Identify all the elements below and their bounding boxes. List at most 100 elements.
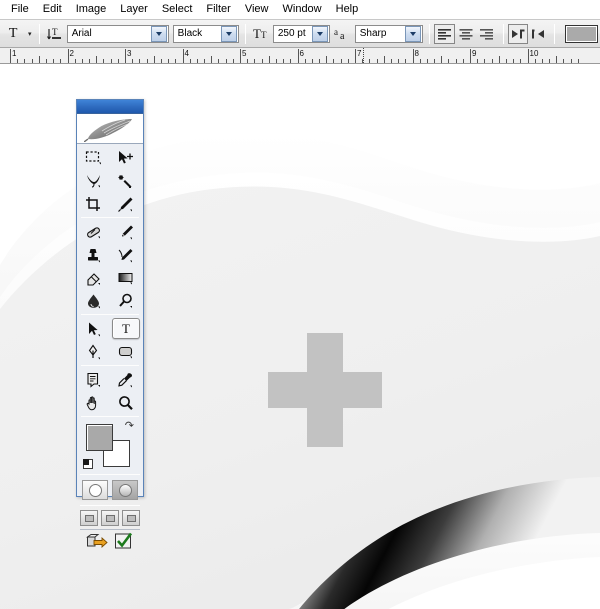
zoom-tool[interactable]: [110, 391, 142, 414]
ruler-minor-tick: [290, 59, 292, 63]
tool-row: [78, 391, 142, 414]
ruler-label: 3: [127, 49, 132, 58]
text-color-swatch[interactable]: [564, 24, 598, 43]
eraser-tool[interactable]: [78, 266, 110, 289]
ruler-minor-tick: [455, 59, 457, 63]
toggle-text-orientation-button[interactable]: T: [44, 23, 64, 45]
ruler-label: 9: [472, 49, 477, 58]
ruler-label: 4: [184, 49, 189, 58]
tool-preset-picker-caret[interactable]: ▾: [24, 23, 35, 45]
font-family-value: Arial: [71, 27, 92, 39]
tools-palette-titlebar[interactable]: [77, 100, 143, 114]
ruler-label: 6: [299, 49, 304, 58]
ruler-guide-marker[interactable]: [363, 48, 364, 63]
standard-mask-mode-button[interactable]: [82, 480, 108, 500]
path-selection-tool[interactable]: [78, 317, 110, 340]
pen-tool[interactable]: [78, 340, 110, 363]
palette-divider: [80, 505, 140, 506]
quick-mask-mode-button[interactable]: [112, 480, 138, 500]
ruler-minor-tick: [462, 59, 464, 63]
notes-tool[interactable]: [78, 368, 110, 391]
align-left-button[interactable]: [434, 23, 455, 44]
full-screen-mode-button[interactable]: [122, 510, 140, 526]
move-tool[interactable]: [110, 146, 142, 169]
menu-window[interactable]: Window: [276, 1, 329, 18]
lasso-tool[interactable]: [78, 169, 110, 192]
brush-tool[interactable]: [110, 220, 142, 243]
horizontal-type-tool[interactable]: T: [110, 317, 142, 340]
crop-tool[interactable]: [78, 192, 110, 215]
ruler-label: 7: [357, 49, 362, 58]
default-colors-icon[interactable]: [83, 459, 93, 469]
menu-select[interactable]: Select: [155, 1, 200, 18]
full-screen-with-menubar-button[interactable]: [101, 510, 119, 526]
rectangular-marquee-tool[interactable]: [78, 146, 110, 169]
plus-shape: [268, 333, 382, 447]
font-family-select[interactable]: Arial: [66, 24, 169, 43]
clone-stamp-tool[interactable]: [78, 243, 110, 266]
chevron-down-icon[interactable]: [221, 25, 238, 42]
ruler-minor-tick: [441, 56, 443, 63]
align-center-button[interactable]: [456, 24, 476, 44]
ruler-minor-tick: [563, 59, 565, 63]
check-mark-button[interactable]: [114, 532, 134, 555]
blur-tool[interactable]: [78, 289, 110, 312]
menu-bar: File Edit Image Layer Select Filter View…: [0, 0, 600, 20]
history-brush-tool[interactable]: [110, 243, 142, 266]
font-style-select[interactable]: Black: [172, 24, 240, 43]
ruler-minor-tick: [556, 56, 558, 63]
horizontal-ruler[interactable]: 1 2 3 4 5 6 7 8 9 10: [0, 48, 600, 64]
photoshop-window: File Edit Image Layer Select Filter View…: [0, 0, 600, 609]
chevron-down-icon[interactable]: [312, 25, 329, 42]
tool-row: T: [78, 317, 142, 340]
ruler-minor-tick: [146, 59, 148, 63]
jump-to-imageready-button[interactable]: [85, 532, 108, 555]
magic-wand-tool[interactable]: [110, 169, 142, 192]
menu-image[interactable]: Image: [69, 1, 114, 18]
standard-screen-mode-button[interactable]: [80, 510, 98, 526]
ruler-minor-tick: [89, 59, 91, 63]
create-warped-text-button[interactable]: [507, 23, 529, 44]
ruler-minor-tick: [319, 59, 321, 63]
ruler-label: 5: [242, 49, 247, 58]
ruler-minor-tick: [45, 59, 47, 63]
tools-divider: [81, 365, 139, 366]
ruler-minor-tick: [491, 59, 493, 63]
ruler-minor-tick: [448, 59, 450, 63]
svg-text:T: T: [253, 26, 261, 41]
rectangle-shape-tool[interactable]: [110, 340, 142, 363]
ruler-minor-tick: [513, 59, 515, 63]
menu-view[interactable]: View: [238, 1, 276, 18]
dodge-tool[interactable]: [110, 289, 142, 312]
active-tool-icon[interactable]: T: [2, 23, 24, 45]
ruler-minor-tick: [333, 59, 335, 63]
menu-edit[interactable]: Edit: [36, 1, 69, 18]
swap-arrow-icon[interactable]: ↷: [125, 421, 134, 432]
ruler-minor-tick: [60, 59, 62, 63]
svg-text:T: T: [261, 30, 267, 40]
align-right-button[interactable]: [477, 24, 497, 44]
ruler-minor-tick: [117, 59, 119, 63]
foreground-color-swatch[interactable]: [86, 424, 113, 451]
ruler-minor-tick: [132, 59, 134, 63]
gradient-tool[interactable]: [110, 266, 142, 289]
hand-tool[interactable]: [78, 391, 110, 414]
ruler-minor-tick: [168, 59, 170, 63]
menu-layer[interactable]: Layer: [113, 1, 155, 18]
ruler-minor-tick: [390, 59, 392, 63]
feather-icon: [77, 114, 143, 144]
menu-help[interactable]: Help: [329, 1, 366, 18]
eyedropper-tool[interactable]: [110, 368, 142, 391]
menu-filter[interactable]: Filter: [199, 1, 237, 18]
chevron-down-icon[interactable]: [405, 25, 422, 42]
chevron-down-icon[interactable]: [150, 25, 167, 42]
font-size-select[interactable]: 250 pt: [272, 24, 331, 43]
slice-tool[interactable]: [110, 192, 142, 215]
healing-brush-tool[interactable]: [78, 220, 110, 243]
antialias-select[interactable]: Sharp: [354, 24, 424, 43]
tools-palette[interactable]: T ↷: [76, 99, 144, 549]
menu-file[interactable]: File: [4, 1, 36, 18]
ruler-minor-tick: [74, 59, 76, 63]
ruler-minor-tick: [218, 59, 220, 63]
toggle-panels-button[interactable]: [529, 23, 549, 45]
